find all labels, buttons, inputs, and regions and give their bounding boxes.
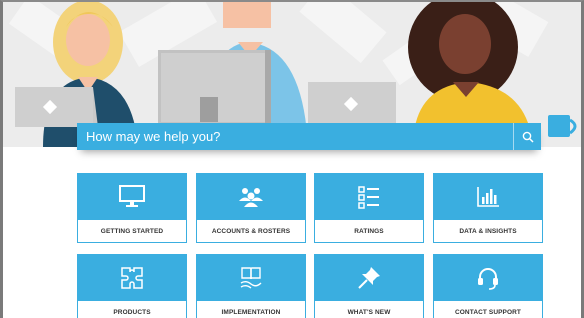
tile-label: IMPLEMENTATION [221,308,281,316]
tile-data-insights[interactable]: DATA & INSIGHTS [433,173,543,243]
search-input[interactable]: How may we help you? [77,129,513,144]
checklist-icon [358,186,379,209]
tile-getting-started[interactable]: GETTING STARTED [77,173,187,243]
tile-contact-support[interactable]: CONTACT SUPPORT [433,254,543,318]
tile-label: ACCOUNTS & ROSTERS [211,227,291,235]
tile-label: CONTACT SUPPORT [454,308,522,316]
people-group-icon [239,188,263,207]
tile-implementation[interactable]: IMPLEMENTATION [196,254,306,318]
puzzle-icon [121,267,143,289]
tile-products[interactable]: PRODUCTS [77,254,187,318]
tile-icon-area [434,174,542,220]
book-hands-icon [240,267,262,289]
tile-icon-area [78,174,186,220]
tile-label: GETTING STARTED [100,227,164,235]
tile-label: DATA & INSIGHTS [459,227,517,235]
tile-icon-area [315,174,423,220]
pushpin-icon [358,267,380,289]
tile-icon-area [315,255,423,301]
search-button[interactable] [513,123,541,150]
tile-icon-area [197,174,305,220]
tile-label: WHAT'S NEW [347,308,391,316]
tile-ratings[interactable]: RATINGS [314,173,424,243]
search-icon [522,131,534,143]
help-center-window: How may we help you? GETTING STARTED ACC… [0,0,584,318]
search-bar[interactable]: How may we help you? [77,123,541,150]
tile-icon-area [434,255,542,301]
tile-label: PRODUCTS [113,308,151,316]
tile-accounts-rosters[interactable]: ACCOUNTS & ROSTERS [196,173,306,243]
tile-icon-area [197,255,305,301]
tile-icon-area [78,255,186,301]
tile-label: RATINGS [354,227,384,235]
monitor-icon [119,185,145,207]
tile-whats-new[interactable]: WHAT'S NEW [314,254,424,318]
headset-icon [478,268,498,290]
bar-chart-icon [477,187,499,207]
